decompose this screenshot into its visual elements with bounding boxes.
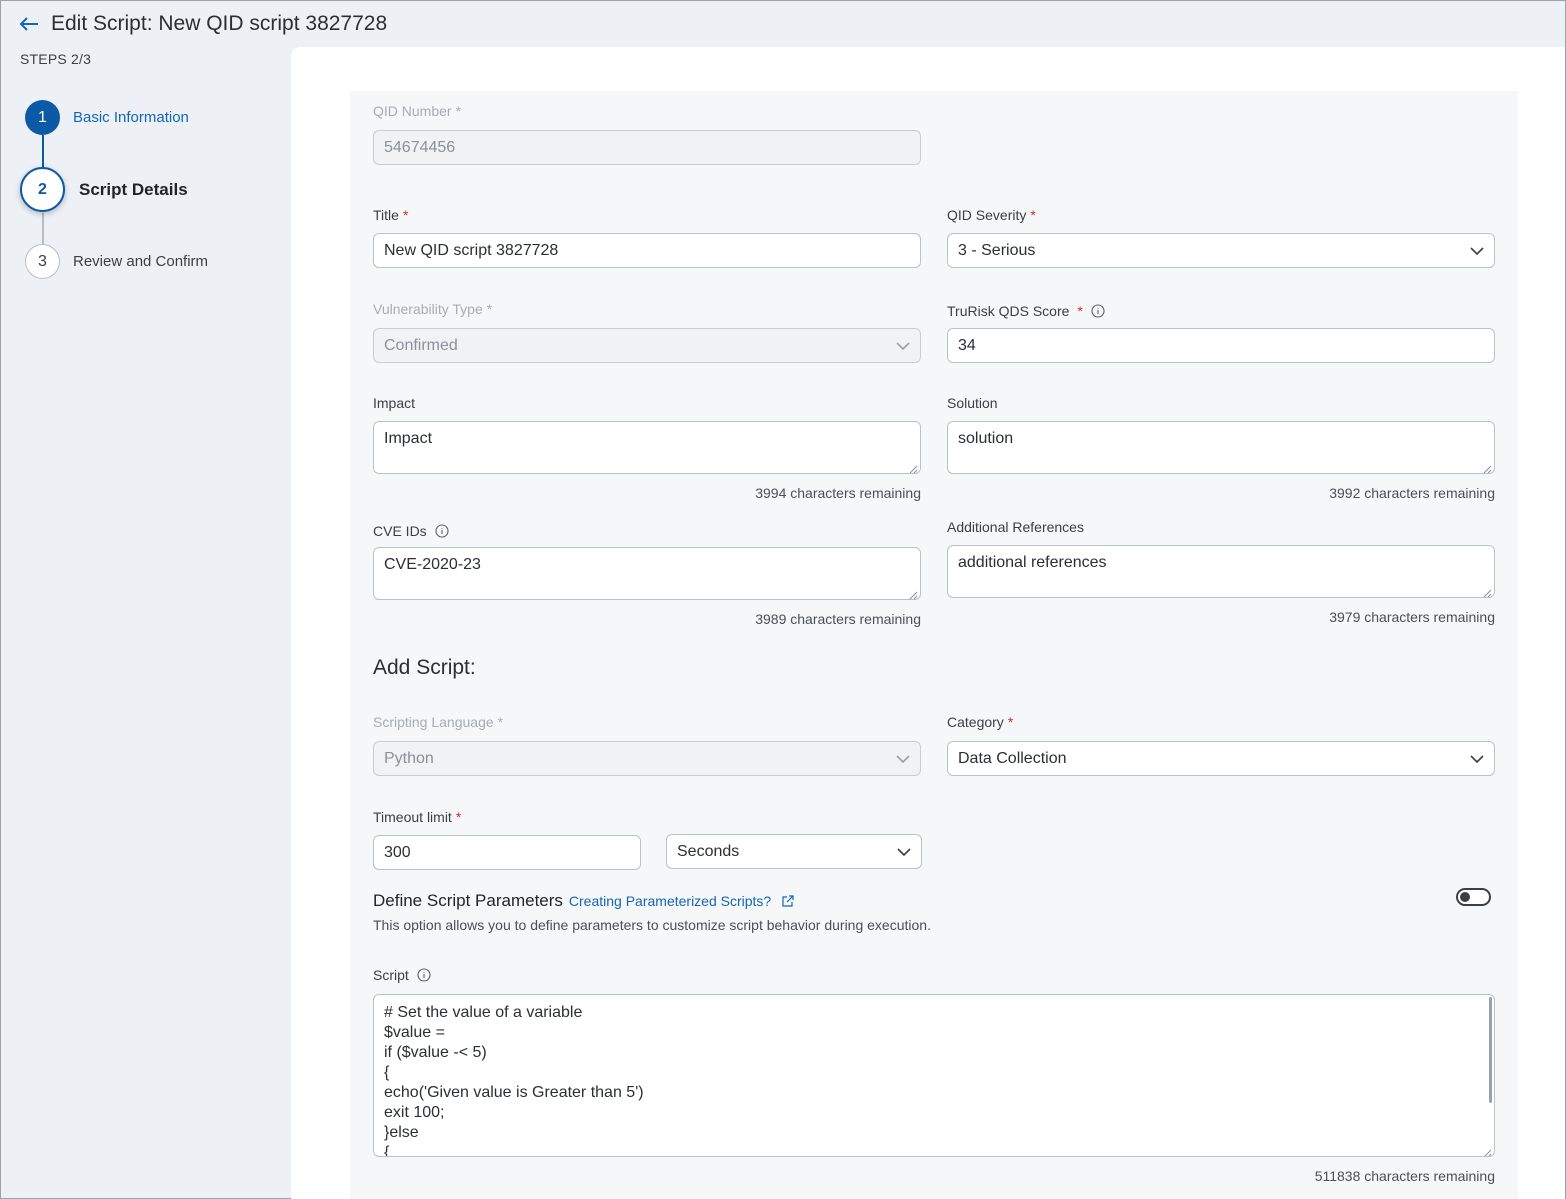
- add-script-heading: Add Script:: [373, 656, 476, 679]
- page-title: Edit Script: New QID script 3827728: [51, 12, 388, 35]
- step-label: Review and Confirm: [73, 253, 209, 270]
- impact-value: Impact: [384, 430, 433, 447]
- code-line: # Set the value of a variable: [384, 1004, 583, 1021]
- title-label: Title *: [373, 207, 409, 223]
- code-line: }else: [384, 1124, 419, 1141]
- info-icon[interactable]: [1091, 304, 1105, 318]
- qid-number-label: QID Number *: [373, 103, 462, 119]
- chevron-down-icon: [1468, 750, 1486, 768]
- external-link-icon[interactable]: [781, 894, 795, 908]
- scripting-language-label: Scripting Language *: [373, 714, 504, 730]
- trurisk-score-label: TruRisk QDS Score *: [947, 303, 1105, 319]
- category-label: Category *: [947, 714, 1014, 730]
- step-review-and-confirm[interactable]: 3 Review and Confirm: [25, 244, 208, 279]
- timeout-unit-select[interactable]: Seconds: [666, 834, 922, 869]
- chevron-down-icon: [894, 750, 912, 768]
- script-parameters-heading: Define Script Parameters Creating Parame…: [373, 891, 795, 911]
- resize-grip-icon[interactable]: [908, 461, 918, 474]
- info-icon[interactable]: [435, 524, 449, 538]
- scripting-language-select[interactable]: Python: [373, 741, 921, 776]
- script-details-form: QID Number * 54674456 Title * New QID scri…: [350, 91, 1518, 1199]
- solution-char-counter: 3992 characters remaining: [1329, 485, 1495, 501]
- step-number: 2: [20, 167, 65, 212]
- timeout-limit-label: Timeout limit *: [373, 809, 462, 825]
- script-char-counter: 511838 characters remaining: [1314, 1168, 1495, 1184]
- impact-label: Impact: [373, 395, 416, 411]
- step-number: 1: [25, 100, 60, 135]
- vulnerability-type-select[interactable]: Confirmed: [373, 328, 921, 363]
- scripting-language-value: Python: [384, 749, 434, 767]
- chevron-down-icon: [1468, 242, 1486, 260]
- step-script-details[interactable]: 2 Script Details: [20, 167, 188, 212]
- timeout-limit-input[interactable]: 300: [373, 835, 641, 870]
- vulnerability-type-value: Confirmed: [384, 336, 458, 354]
- step-connector: [42, 135, 44, 168]
- step-label: Basic Information: [73, 109, 189, 126]
- additional-references-value: additional references: [958, 554, 1107, 571]
- additional-references-char-counter: 3979 characters remaining: [1329, 609, 1495, 625]
- chevron-down-icon: [894, 337, 912, 355]
- impact-char-counter: 3994 characters remaining: [755, 485, 921, 501]
- resize-grip-icon[interactable]: [1482, 461, 1492, 474]
- script-scrollbar[interactable]: [1489, 997, 1492, 1103]
- main-content: QID Number * 54674456 Title * New QID scri…: [291, 47, 1565, 1199]
- vulnerability-type-label: Vulnerability Type *: [373, 301, 493, 317]
- category-value: Data Collection: [958, 749, 1067, 767]
- step-connector: [42, 213, 44, 245]
- cve-ids-label: CVE IDs: [373, 523, 449, 539]
- script-parameters-description: This option allows you to define paramet…: [373, 917, 931, 933]
- additional-references-textarea[interactable]: additional references: [947, 545, 1495, 598]
- code-line: echo('Given value is Greater than 5'): [384, 1084, 644, 1101]
- chevron-down-icon: [895, 843, 913, 861]
- solution-value: solution: [958, 430, 1014, 447]
- step-number: 3: [25, 244, 60, 279]
- steps-counter: STEPS 2/3: [20, 51, 92, 67]
- additional-references-label: Additional References: [947, 519, 1084, 535]
- code-line: {: [384, 1064, 390, 1081]
- step-basic-information[interactable]: 1 Basic Information: [25, 100, 189, 135]
- code-line: {: [384, 1144, 390, 1157]
- info-icon[interactable]: [417, 968, 431, 982]
- qid-severity-label: QID Severity *: [947, 207, 1036, 223]
- qid-number-input[interactable]: 54674456: [373, 130, 921, 165]
- title-input[interactable]: New QID script 3827728: [373, 233, 921, 268]
- impact-textarea[interactable]: Impact: [373, 421, 921, 474]
- parameterized-scripts-link[interactable]: Creating Parameterized Scripts?: [569, 893, 771, 909]
- category-select[interactable]: Data Collection: [947, 741, 1495, 776]
- toggle-knob: [1460, 892, 1470, 902]
- script-editor[interactable]: # Set the value of a variable $value = i…: [373, 994, 1495, 1157]
- qid-severity-value: 3 - Serious: [958, 241, 1036, 259]
- solution-label: Solution: [947, 395, 998, 411]
- script-parameters-toggle[interactable]: [1456, 888, 1491, 906]
- cve-ids-textarea[interactable]: CVE-2020-23: [373, 547, 921, 600]
- resize-grip-icon[interactable]: [1482, 1144, 1492, 1156]
- cve-ids-value: CVE-2020-23: [384, 556, 481, 573]
- back-arrow-icon[interactable]: [17, 12, 41, 36]
- trurisk-score-input[interactable]: 34: [947, 328, 1495, 363]
- solution-textarea[interactable]: solution: [947, 421, 1495, 474]
- cve-ids-char-counter: 3989 characters remaining: [755, 611, 921, 627]
- code-line: if ($value -< 5): [384, 1044, 487, 1061]
- qid-severity-select[interactable]: 3 - Serious: [947, 233, 1495, 268]
- page-header: Edit Script: New QID script 3827728: [1, 1, 1565, 47]
- timeout-unit-value: Seconds: [677, 842, 740, 860]
- resize-grip-icon[interactable]: [1482, 585, 1492, 598]
- script-label: Script: [373, 967, 431, 983]
- step-label: Script Details: [79, 179, 188, 199]
- resize-grip-icon[interactable]: [908, 587, 918, 600]
- code-line: exit 100;: [384, 1104, 445, 1121]
- code-line: $value =: [384, 1024, 445, 1041]
